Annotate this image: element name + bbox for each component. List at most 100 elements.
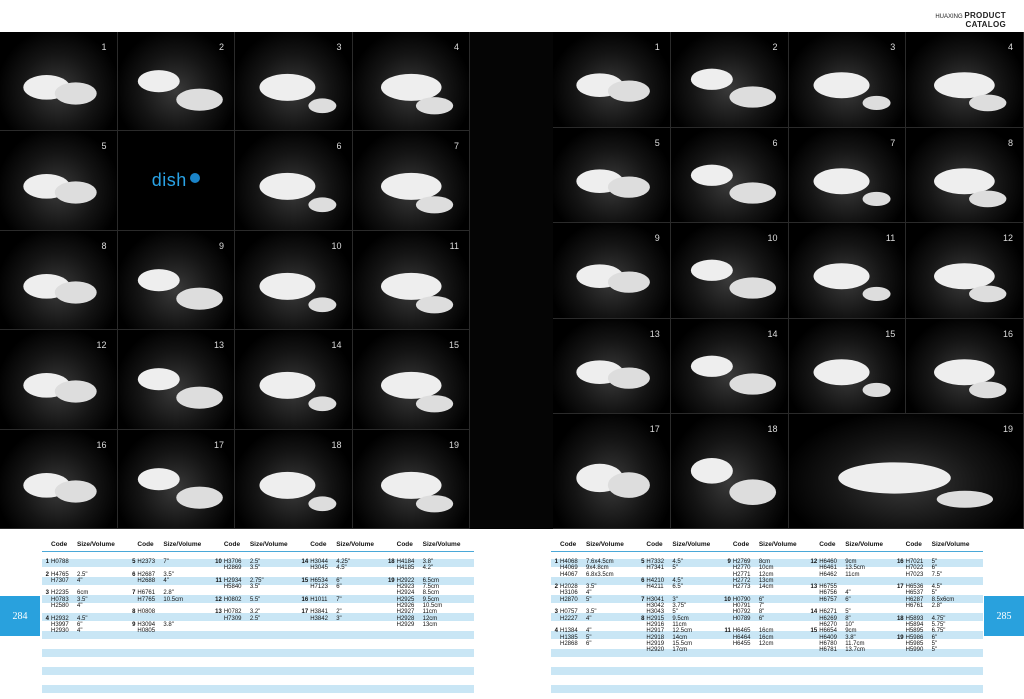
column-header-size: Size/Volume [163, 541, 202, 548]
product-code: H6781 [819, 647, 837, 654]
product-number: 13 [649, 328, 660, 339]
right-product-grid: 1 2 3 4 5 6 7 8 9 10 11 12 13 14 15 16 17 18 19 [553, 32, 1024, 529]
dish-logo-icon [189, 172, 200, 183]
table-header: Code Size/Volume Code Size/Volume Code Size/V… [551, 541, 983, 552]
column-header-code: Code [819, 541, 836, 548]
table-band [551, 658, 983, 666]
product-number: 2 [218, 42, 224, 52]
brand-title-1: PRODUCT [964, 11, 1006, 20]
product-image [690, 68, 776, 108]
left-product-cell: 7 [352, 131, 470, 231]
product-code: H6455 [732, 640, 751, 647]
left-product-cell: 4 [352, 32, 470, 132]
product-image [137, 70, 223, 111]
column-header-size: Size/Volume [586, 541, 624, 548]
right-product-cell: 17 [553, 414, 671, 529]
item-number [42, 628, 51, 634]
column-header-size: Size/Volume [931, 541, 970, 548]
left-product-grid: 1 2 3 4 5 dish 6 7 8 9 10 11 12 13 14 15 16 17 18 19 [0, 32, 470, 529]
table-band [42, 649, 474, 657]
left-product-cell: 14 [235, 330, 353, 430]
product-size: 4" [77, 628, 83, 635]
column-header-code: Code [51, 541, 68, 548]
product-image [837, 462, 993, 509]
item-number [215, 616, 224, 622]
dish-logo: dish [117, 131, 235, 231]
product-size: 5" [931, 647, 938, 654]
product-number: 10 [767, 233, 778, 244]
product-number: 7 [453, 141, 459, 152]
left-spec-table: Code Size/Volume Code Size/Volume Code Size/V… [42, 541, 474, 699]
column-header-size: Size/Volume [672, 541, 711, 548]
product-number: 12 [96, 340, 107, 351]
product-image [380, 173, 453, 214]
right-product-cell: 2 [670, 32, 789, 128]
left-product-cell: 1 [0, 32, 118, 132]
right-product-cell: 1 [553, 32, 671, 128]
product-number: 3 [336, 42, 342, 52]
product-size: 13.7cm [845, 647, 865, 654]
column-header-size: Size/Volume [422, 541, 461, 548]
table-column: 16 H7021 5" H7022 6" H7023 7.5" 17 H6536 4.5" H653… [897, 559, 983, 653]
column-header-size: Size/Volume [336, 541, 375, 548]
column-header-code: Code [310, 541, 327, 548]
product-number: 17 [213, 439, 224, 450]
page-gutter [470, 32, 553, 529]
right-product-cell: 12 [906, 223, 1024, 319]
product-number: 6 [336, 141, 342, 152]
right-product-cell: 9 [553, 223, 671, 319]
table-band [551, 685, 983, 693]
table-row: H6781 13.7cm [810, 647, 896, 653]
left-product-cell: 11 [352, 230, 470, 331]
item-number [810, 647, 819, 653]
table-band [42, 658, 474, 666]
left-product-cell: 16 [0, 429, 118, 529]
product-number: 8 [101, 240, 107, 251]
catalog-spread: { "brand": {"company": "HUAXING", "title… [0, 0, 1024, 699]
item-number [724, 641, 733, 647]
table-column: 5 H7332 4.5" H7341 5" 6 H4210 4.5" H4211 6.5" 7 H30… [637, 559, 723, 653]
table-band [42, 694, 474, 699]
product-image [259, 73, 337, 114]
table-header: Code Size/Volume Code Size/Volume Code Size/V… [42, 541, 474, 552]
right-product-cell: 14 [670, 318, 789, 415]
column-header-code: Code [646, 541, 663, 548]
right-product-cell: 19 [788, 414, 1024, 529]
product-code: H2868 [560, 640, 578, 647]
table-row: H0805 [128, 628, 214, 634]
product-number: 13 [213, 340, 224, 351]
left-product-cell: 12 [0, 330, 118, 430]
product-image [934, 167, 1007, 207]
column-header-code: Code [223, 541, 241, 548]
table-band [551, 676, 983, 684]
item-number [128, 628, 137, 634]
table-row: H2868 6" [551, 641, 637, 647]
product-number: 8 [1007, 137, 1013, 148]
product-number: 19 [448, 439, 459, 450]
product-image [576, 168, 650, 198]
product-size: 12cm [758, 640, 774, 647]
product-number: 9 [218, 240, 224, 251]
product-image [380, 73, 453, 115]
column-header-size: Size/Volume [77, 541, 115, 548]
product-image [259, 173, 337, 213]
right-product-cell: 11 [788, 223, 907, 319]
product-number: 5 [101, 141, 107, 152]
product-code: H0805 [137, 628, 156, 635]
product-number: 2 [772, 42, 778, 52]
product-image [690, 164, 776, 204]
product-size: 13cm [422, 621, 438, 628]
product-number: 19 [1002, 424, 1013, 435]
brand-header: HUAXING PRODUCT CATALOG [935, 12, 1006, 30]
product-code: H2929 [396, 621, 415, 628]
table-row: H2930 4" [42, 628, 128, 634]
table-column: 5 H2373 7" 6 H2687 3.5" H2688 4" 7 H6761 2.8" H7765… [128, 559, 214, 635]
left-product-cell: 6 [235, 131, 353, 231]
product-number: 15 [885, 328, 896, 339]
left-product-cell: 8 [0, 230, 118, 331]
product-code: H5990 [905, 647, 924, 654]
right-product-cell: 3 [788, 32, 907, 128]
column-header-code: Code [137, 541, 154, 548]
product-number: 4 [453, 42, 459, 52]
table-column: 14 H3044 4.25" H3045 4.5" 15 H6534 6" H7123 6" 16 H… [301, 559, 387, 635]
